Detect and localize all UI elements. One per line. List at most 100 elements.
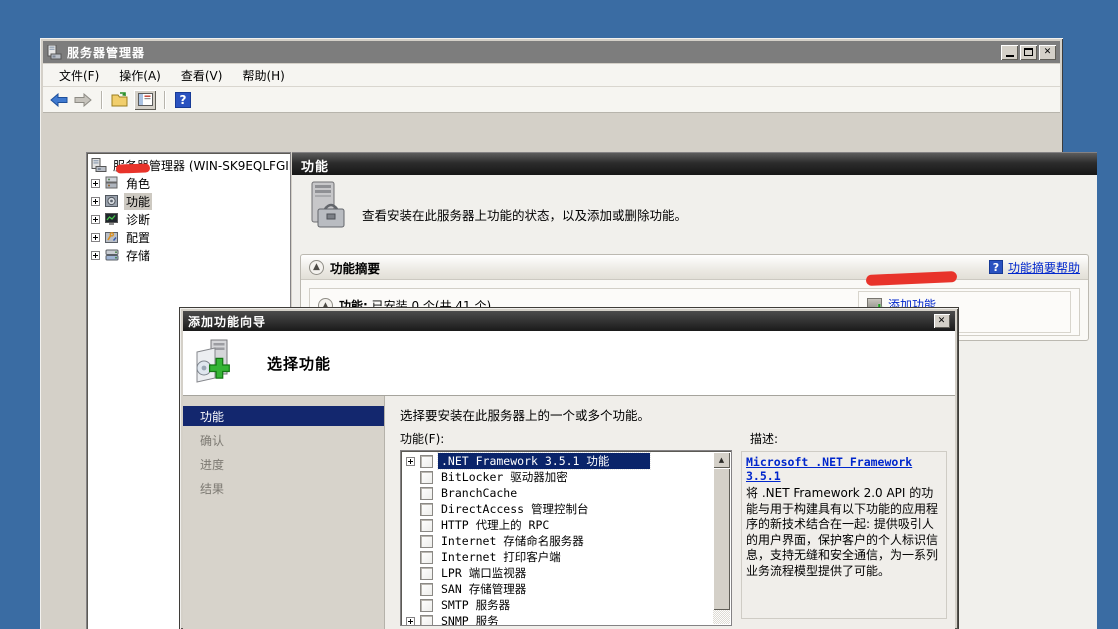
description-label: 描述: [750,430,778,447]
feature-row[interactable]: HTTP 代理上的 RPC [401,517,731,533]
feature-label[interactable]: BranchCache [438,486,520,500]
feature-label[interactable]: SNMP 服务 [438,613,502,626]
export-list-icon[interactable] [110,90,130,110]
menu-item[interactable]: 操作(A) [109,64,171,87]
back-icon[interactable] [49,90,69,110]
feature-row[interactable]: Internet 打印客户端 [401,549,731,565]
feature-label[interactable]: LPR 端口监视器 [438,565,529,581]
help-icon: ? [989,260,1003,274]
desktop: 服务器管理器 ✕ 文件(F)操作(A)查看(V)帮助(H) [0,0,1118,629]
feature-description-link[interactable]: Microsoft .NET Framework 3.5.1 [746,455,942,483]
tree-item-configuration[interactable]: 配置 [89,228,288,246]
expand-plus-icon[interactable] [91,215,100,224]
feature-checkbox[interactable] [420,615,433,627]
feature-checkbox[interactable] [420,455,433,468]
show-console-tree-icon[interactable] [134,90,156,110]
forward-icon[interactable] [73,90,93,110]
feature-description-text: 将 .NET Framework 2.0 API 的功能与用于构建具有以下功能的… [746,486,942,579]
annotation-stroke-features-tree [116,163,150,173]
feature-label[interactable]: SMTP 服务器 [438,597,513,613]
server-manager-icon [91,158,107,172]
feature-checkbox[interactable] [420,567,433,580]
feature-row[interactable]: LPR 端口监视器 [401,565,731,581]
dialog-header: 选择功能 [183,331,955,396]
wizard-step-进度[interactable]: 进度 [183,454,384,474]
scroll-up-icon[interactable]: ▲ [713,452,730,468]
features-toolbox-icon [306,181,350,235]
tree-item-label: 功能 [124,193,152,210]
minimize-button[interactable] [1001,45,1018,60]
storage-icon [104,248,120,262]
expand-plus-icon[interactable] [406,457,415,466]
window-titlebar[interactable]: 服务器管理器 ✕ [43,41,1060,63]
feature-row[interactable]: .NET Framework 3.5.1 功能 [401,453,731,469]
tree-item-label: 诊断 [124,211,152,228]
feature-label[interactable]: DirectAccess 管理控制台 [438,501,592,517]
expand-plus-icon[interactable] [406,617,415,626]
add-features-wizard-icon [191,338,241,388]
tree-item-label: 配置 [124,229,152,246]
features-listbox[interactable]: ▲ .NET Framework 3.5.1 功能BitLocker 驱动器加密… [400,450,732,626]
add-features-wizard-dialog: 添加功能向导 ✕ 选择功能 功能确认进度结果 选择要安装在此服务器上的一个或多个… [180,308,958,629]
features-icon [104,194,120,208]
feature-checkbox[interactable] [420,599,433,612]
feature-checkbox[interactable] [420,503,433,516]
feature-row[interactable]: SNMP 服务 [401,613,731,626]
menu-item[interactable]: 帮助(H) [232,64,294,87]
expand-plus-icon[interactable] [91,179,100,188]
feature-checkbox[interactable] [420,487,433,500]
collapse-chevron-icon[interactable]: ▲ [309,260,324,275]
feature-row[interactable]: DirectAccess 管理控制台 [401,501,731,517]
features-list-label: 功能(F): [400,430,740,447]
wizard-step-结果[interactable]: 结果 [183,478,384,498]
feature-label[interactable]: SAN 存储管理器 [438,581,529,597]
dialog-titlebar[interactable]: 添加功能向导 ✕ [183,311,955,331]
scrollbar-thumb[interactable] [713,468,730,610]
expand-plus-icon[interactable] [91,197,100,206]
feature-label[interactable]: Internet 打印客户端 [438,549,564,565]
menu-item[interactable]: 文件(F) [49,64,109,87]
configuration-icon [104,230,120,244]
menu-item[interactable]: 查看(V) [171,64,233,87]
feature-checkbox[interactable] [420,519,433,532]
expand-plus-icon[interactable] [91,233,100,242]
toolbar-separator [101,91,102,109]
maximize-button[interactable] [1020,45,1037,60]
feature-row[interactable]: SAN 存储管理器 [401,581,731,597]
window-title: 服务器管理器 [67,44,145,61]
feature-label[interactable]: .NET Framework 3.5.1 功能 [438,453,650,469]
wizard-step-确认[interactable]: 确认 [183,430,384,450]
feature-checkbox[interactable] [420,551,433,564]
wizard-instruction: 选择要安装在此服务器上的一个或多个功能。 [400,405,947,424]
feature-label[interactable]: HTTP 代理上的 RPC [438,517,552,533]
close-button[interactable]: ✕ [1039,45,1056,60]
dialog-heading: 选择功能 [267,353,331,374]
feature-row[interactable]: SMTP 服务器 [401,597,731,613]
feature-row[interactable]: BitLocker 驱动器加密 [401,469,731,485]
server-manager-icon [47,45,63,60]
feature-label[interactable]: Internet 存储命名服务器 [438,533,587,549]
feature-row[interactable]: BranchCache [401,485,731,501]
dialog-close-icon[interactable]: ✕ [934,314,950,328]
tree-item-roles[interactable]: 角色 [89,174,288,192]
features-summary-help-link[interactable]: 功能摘要帮助 [1008,259,1080,276]
help-icon[interactable]: ? [173,90,193,110]
features-summary-header: ▲ 功能摘要 ? 功能摘要帮助 [301,255,1088,280]
tree-item-storage[interactable]: 存储 [89,246,288,264]
tree-item-features[interactable]: 功能 [89,192,288,210]
feature-checkbox[interactable] [420,535,433,548]
expand-plus-icon[interactable] [91,251,100,260]
toolbar: ? [43,87,1060,113]
description-panel: Microsoft .NET Framework 3.5.1 将 .NET Fr… [741,450,947,619]
wizard-content: 选择要安装在此服务器上的一个或多个功能。 功能(F): 描述: ▲ .NET F… [385,396,955,629]
wizard-step-功能[interactable]: 功能 [183,406,384,426]
feature-label[interactable]: BitLocker 驱动器加密 [438,469,571,485]
menu-bar: 文件(F)操作(A)查看(V)帮助(H) [43,64,1060,87]
dialog-title: 添加功能向导 [188,313,266,330]
feature-checkbox[interactable] [420,583,433,596]
vertical-scrollbar[interactable]: ▲ [713,452,730,624]
wizard-steps-nav: 功能确认进度结果 [183,396,385,629]
tree-item-diagnostics[interactable]: 诊断 [89,210,288,228]
feature-row[interactable]: Internet 存储命名服务器 [401,533,731,549]
feature-checkbox[interactable] [420,471,433,484]
